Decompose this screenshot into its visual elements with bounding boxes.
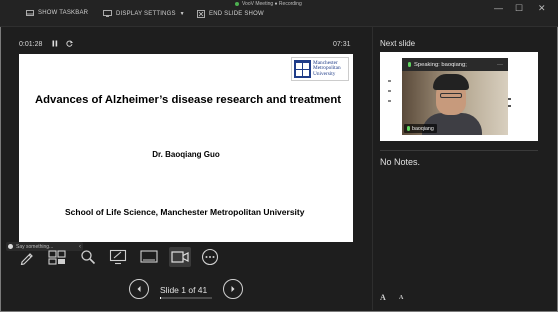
decrease-font-button[interactable]: A bbox=[399, 295, 403, 301]
participant-namebar: baoqiang bbox=[404, 124, 437, 133]
camera-icon[interactable] bbox=[169, 247, 191, 267]
end-show-icon bbox=[197, 10, 205, 18]
panel-divider bbox=[372, 26, 373, 310]
more-options-icon[interactable]: ··· bbox=[497, 62, 503, 68]
next-slide-button[interactable] bbox=[223, 279, 243, 299]
next-slide-label: Next slide bbox=[380, 39, 416, 48]
end-slide-show-label: END SLIDE SHOW bbox=[209, 11, 264, 17]
slide-counter: Slide 1 of 41 bbox=[160, 285, 208, 295]
clock: 07:31 bbox=[333, 41, 351, 48]
increase-font-button[interactable]: A bbox=[380, 293, 386, 302]
display-settings-label: DISPLAY SETTINGS bbox=[116, 10, 176, 17]
notes-divider bbox=[380, 150, 538, 151]
pause-icon[interactable] bbox=[52, 40, 58, 49]
video-window[interactable]: Speaking: baoqiang; ··· baoqiang bbox=[402, 58, 508, 135]
subtitles-icon[interactable] bbox=[138, 247, 160, 267]
end-slide-show-button[interactable]: END SLIDE SHOW bbox=[197, 10, 264, 18]
participant-name: baoqiang bbox=[412, 125, 434, 132]
taskbar-icon bbox=[26, 10, 34, 16]
current-slide: Manchester Metropolitan University Advan… bbox=[19, 54, 353, 242]
chevron-down-icon: ▼ bbox=[179, 10, 185, 17]
speaker-notes: No Notes. bbox=[380, 157, 421, 167]
more-icon[interactable] bbox=[199, 247, 221, 267]
pointer-screen-icon[interactable] bbox=[107, 247, 129, 267]
slide-title: Advances of Alzheimer’s disease research… bbox=[35, 94, 341, 106]
previous-slide-button[interactable] bbox=[129, 279, 149, 299]
close-button[interactable]: ✕ bbox=[538, 3, 546, 14]
next-slide-bullets bbox=[388, 80, 391, 110]
speaking-text: Speaking: baoqiang; bbox=[414, 61, 467, 68]
maximize-button[interactable]: ☐ bbox=[515, 3, 523, 14]
slides-grid-icon[interactable] bbox=[46, 247, 68, 267]
display-settings-button[interactable]: DISPLAY SETTINGS ▼ bbox=[103, 10, 185, 17]
meeting-status: VooV Meeting ● Recording bbox=[235, 1, 302, 7]
chevron-left-icon bbox=[137, 286, 141, 292]
elapsed-timer: 0:01:28 bbox=[19, 41, 43, 48]
recording-dot-icon bbox=[235, 2, 239, 6]
pen-icon[interactable] bbox=[16, 247, 38, 267]
minimize-button[interactable]: — bbox=[494, 3, 503, 13]
mic-icon bbox=[407, 126, 410, 131]
university-logo: Manchester Metropolitan University bbox=[291, 57, 349, 81]
speaking-indicator: Speaking: baoqiang; ··· bbox=[402, 58, 508, 71]
top-toolbar: VooV Meeting ● Recording SHOW TASKBAR DI… bbox=[0, 0, 558, 27]
restart-icon[interactable] bbox=[66, 40, 74, 49]
show-taskbar-label: SHOW TASKBAR bbox=[38, 10, 89, 16]
zoom-icon[interactable] bbox=[77, 247, 99, 267]
slide-progress-bar bbox=[160, 297, 212, 299]
chevron-right-icon bbox=[231, 286, 235, 292]
show-taskbar-button[interactable]: SHOW TASKBAR bbox=[26, 10, 88, 16]
slide-progress-fill bbox=[160, 297, 162, 299]
emoji-icon[interactable] bbox=[8, 244, 13, 249]
slide-author: Dr. Baoqiang Guo bbox=[152, 150, 220, 159]
logo-text: Manchester Metropolitan University bbox=[313, 59, 341, 77]
slide-affiliation: School of Life Science, Manchester Metro… bbox=[65, 207, 305, 217]
display-icon bbox=[103, 10, 112, 17]
logo-mark-icon bbox=[294, 60, 311, 78]
meeting-status-text: VooV Meeting ● Recording bbox=[242, 1, 302, 7]
mic-icon bbox=[408, 62, 411, 67]
